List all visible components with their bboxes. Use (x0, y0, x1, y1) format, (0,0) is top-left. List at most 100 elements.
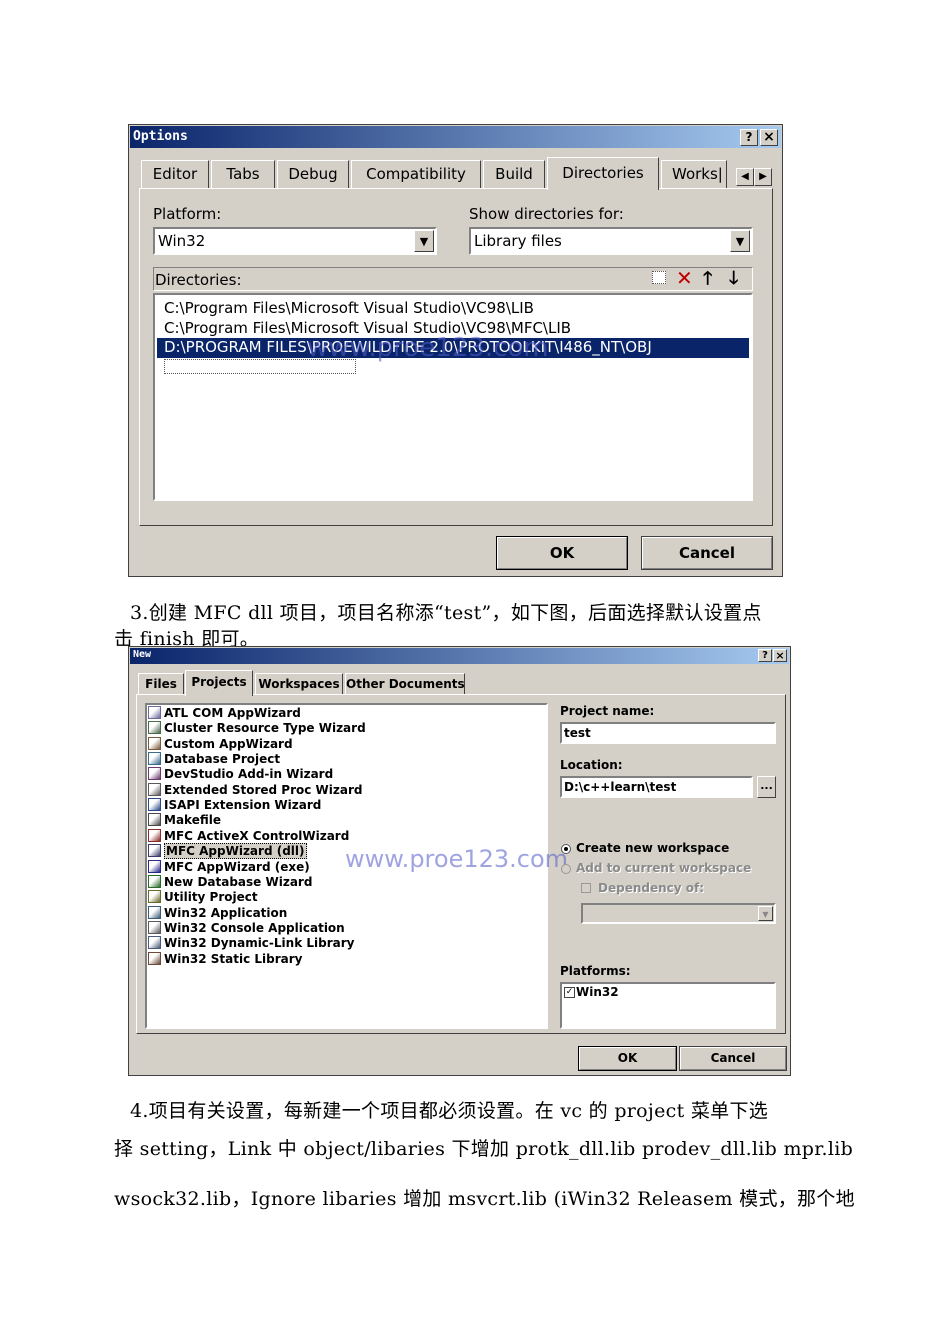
show-dirs-label: Show directories for: (469, 205, 624, 223)
new-entry-placeholder[interactable] (164, 359, 356, 374)
chevron-down-icon[interactable]: ▼ (730, 230, 750, 252)
tab-scroll-left-button[interactable]: ◀ (736, 168, 754, 186)
delete-icon[interactable]: ✕ (676, 266, 693, 290)
move-down-icon[interactable]: 🡓 (729, 266, 738, 296)
dependency-combo[interactable]: ▼ (581, 903, 776, 924)
project-item[interactable]: MFC ActiveX ControlWizard (148, 828, 350, 844)
project-item[interactable]: DevStudio Add-in Wizard (148, 767, 333, 782)
project-item[interactable]: Utility Project (148, 890, 258, 905)
add-current-workspace-label: Add to current workspace (576, 861, 752, 875)
project-type-icon (148, 936, 161, 950)
project-item-label: DevStudio Add-in Wizard (164, 767, 334, 782)
tab-compatibility[interactable]: Compatibility (351, 160, 481, 188)
chevron-down-icon[interactable]: ▼ (758, 906, 773, 921)
tab-files[interactable]: Files (138, 673, 184, 695)
platforms-list[interactable]: ✓ Win32 (560, 982, 776, 1029)
cancel-button-label: Cancel (678, 544, 735, 562)
chevron-down-icon[interactable]: ▼ (414, 230, 434, 252)
paragraph-step4-line1: 4.项目有关设置，每新建一个项目都必须设置。在 vc 的 project 菜单下… (130, 1100, 769, 1122)
list-item[interactable]: C:\Program Files\Microsoft Visual Studio… (164, 299, 534, 317)
list-item-selected[interactable]: D:\PROGRAM FILES\PROEWILDFIRE 2.0\PROTOO… (157, 338, 749, 358)
project-item[interactable]: MFC AppWizard (exe) (148, 859, 310, 875)
project-type-icon (148, 813, 161, 827)
platform-item-label: Win32 (576, 985, 619, 999)
project-item-label: MFC AppWizard (dll) (164, 843, 307, 860)
project-item-label: Makefile (164, 813, 221, 828)
radio-add-current[interactable] (561, 864, 571, 874)
project-type-icon (148, 890, 161, 904)
platform-combo[interactable]: Win32 ▼ (153, 227, 437, 255)
radio-create-new[interactable] (561, 844, 571, 854)
project-type-icon (148, 721, 161, 735)
options-titlebar: Options ? × (130, 126, 781, 148)
project-item[interactable]: ISAPI Extension Wizard (148, 798, 321, 813)
project-item[interactable]: ATL COM AppWizard (148, 706, 301, 721)
new-folder-icon[interactable] (652, 271, 666, 284)
tab-debug[interactable]: Debug (277, 160, 349, 188)
project-type-icon (148, 798, 161, 812)
new-close-button[interactable]: × (773, 649, 787, 662)
cancel-button[interactable]: Cancel (641, 536, 773, 570)
project-type-icon (148, 920, 161, 934)
project-type-list[interactable]: ATL COM AppWizard Cluster Resource Type W… (145, 703, 548, 1029)
project-type-icon (148, 828, 161, 842)
browse-button[interactable]: ... (757, 776, 776, 798)
project-item-label: MFC AppWizard (exe) (164, 859, 310, 874)
project-item[interactable]: Win32 Console Application (148, 920, 345, 936)
project-item-label: ATL COM AppWizard (164, 706, 301, 720)
project-item-label: New Database Wizard (164, 874, 313, 889)
project-type-icon (148, 844, 161, 858)
project-item-label: Win32 Application (164, 905, 288, 920)
platform-label: Platform: (153, 205, 222, 223)
show-dirs-combo[interactable]: Library files ▼ (469, 227, 753, 255)
cancel-button[interactable]: Cancel (679, 1046, 787, 1071)
options-help-button[interactable]: ? (740, 129, 758, 146)
project-item[interactable]: New Database Wizard (148, 874, 313, 890)
ok-button[interactable]: OK (496, 536, 628, 570)
tab-workspace[interactable]: Works| (661, 160, 727, 188)
project-item[interactable]: Database Project (148, 752, 280, 767)
tab-build[interactable]: Build (483, 160, 545, 188)
directories-list[interactable]: C:\Program Files\Microsoft Visual Studio… (153, 293, 753, 501)
project-item[interactable]: Win32 Static Library (148, 951, 303, 967)
project-type-icon (148, 905, 161, 919)
project-item[interactable]: Win32 Application (148, 905, 288, 921)
project-item-label: Custom AppWizard (164, 736, 293, 751)
options-close-button[interactable]: × (760, 129, 778, 146)
tab-projects[interactable]: Projects (185, 670, 253, 696)
tab-directories[interactable]: Directories (547, 157, 659, 190)
options-dialog: Options ? × Editor Tabs Debug Compatibil… (128, 124, 783, 577)
tab-tabs[interactable]: Tabs (211, 160, 275, 188)
dependency-checkbox[interactable] (581, 883, 591, 893)
project-item[interactable]: Makefile (148, 813, 221, 828)
cancel-button-label: Cancel (710, 1051, 756, 1065)
project-item-label: Database Project (164, 752, 281, 767)
project-type-icon (148, 767, 161, 781)
paragraph-step4-line2: 择 setting，Link 中 object/libaries 下增加 pro… (114, 1138, 854, 1160)
project-item-label: MFC ActiveX ControlWizard (164, 828, 350, 843)
project-name-input[interactable]: test (560, 722, 776, 744)
tab-scroll-right-button[interactable]: ▶ (754, 168, 772, 186)
options-title: Options (133, 129, 188, 144)
new-help-button[interactable]: ? (758, 649, 772, 662)
ok-button[interactable]: OK (578, 1046, 677, 1071)
tab-workspaces[interactable]: Workspaces (255, 673, 343, 695)
project-item[interactable]: MFC AppWizard (dll) (148, 843, 307, 860)
paragraph-step3-line1: 3.创建 MFC dll 项目，项目名称添“test”，如下图，后面选择默认设置… (130, 602, 762, 624)
location-input[interactable]: D:\c++learn\test (560, 776, 753, 798)
tab-editor[interactable]: Editor (141, 160, 209, 188)
project-item[interactable]: Extended Stored Proc Wizard (148, 782, 363, 798)
tab-other-documents[interactable]: Other Documents (345, 673, 465, 695)
list-item[interactable]: C:\Program Files\Microsoft Visual Studio… (164, 319, 571, 337)
platform-checkbox[interactable]: ✓ (564, 987, 575, 998)
project-item-label: Cluster Resource Type Wizard (164, 721, 366, 736)
project-item-label: ISAPI Extension Wizard (164, 798, 322, 813)
project-name-label: Project name: (560, 704, 655, 718)
project-item[interactable]: Custom AppWizard (148, 736, 293, 752)
paragraph-step4-line3: wsock32.lib，Ignore libaries 增加 msvcrt.li… (114, 1188, 855, 1210)
new-titlebar: New ? × (130, 648, 789, 664)
move-up-icon[interactable]: 🡑 (703, 266, 712, 296)
project-item[interactable]: Cluster Resource Type Wizard (148, 721, 366, 736)
project-item[interactable]: Win32 Dynamic-Link Library (148, 936, 354, 951)
show-dirs-value: Library files (474, 232, 562, 250)
